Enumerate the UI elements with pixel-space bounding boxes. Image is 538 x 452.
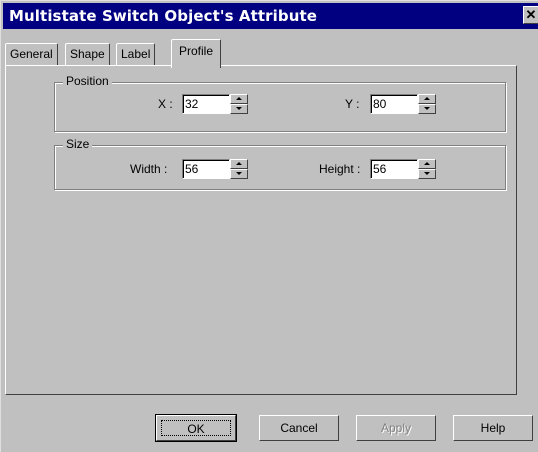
tab-label[interactable]: Label xyxy=(116,43,156,65)
cancel-button[interactable]: Cancel xyxy=(259,415,339,441)
width-label: Width : xyxy=(130,162,168,176)
width-input[interactable] xyxy=(182,159,230,179)
spin-up-icon[interactable] xyxy=(230,94,248,104)
spin-down-icon[interactable] xyxy=(230,169,248,179)
size-group-title: Size xyxy=(63,137,93,151)
dialog-window: Multistate Switch Object's Attribute ✕ G… xyxy=(0,0,538,452)
y-input[interactable] xyxy=(370,94,418,114)
tab-profile[interactable]: Profile xyxy=(171,39,222,68)
y-spinner xyxy=(370,94,438,114)
height-input[interactable] xyxy=(370,159,418,179)
spin-down-icon[interactable] xyxy=(418,169,436,179)
position-group: Position X : Y : xyxy=(54,74,506,132)
position-group-title: Position xyxy=(63,74,112,88)
width-spinner xyxy=(182,159,250,179)
spin-down-icon[interactable] xyxy=(230,104,248,114)
y-label: Y : xyxy=(345,97,360,111)
spin-down-icon[interactable] xyxy=(418,104,436,114)
tab-shape[interactable]: Shape xyxy=(65,43,110,65)
ok-button[interactable]: OK xyxy=(155,414,237,442)
tab-general[interactable]: General xyxy=(5,43,58,65)
ok-button-label: OK xyxy=(161,420,231,436)
help-button[interactable]: Help xyxy=(453,415,533,441)
tab-strip: General Shape Label Profile xyxy=(5,37,525,68)
tab-panel-profile: Position X : Y : Size Width : xyxy=(5,65,517,395)
x-input[interactable] xyxy=(182,94,230,114)
title-bar[interactable]: Multistate Switch Object's Attribute ✕ xyxy=(3,3,538,29)
spin-up-icon[interactable] xyxy=(418,94,436,104)
window-title: Multistate Switch Object's Attribute xyxy=(9,7,318,25)
x-spinner xyxy=(182,94,250,114)
spin-up-icon[interactable] xyxy=(230,159,248,169)
height-spinner xyxy=(370,159,438,179)
apply-button: Apply xyxy=(356,415,436,441)
spin-up-icon[interactable] xyxy=(418,159,436,169)
height-label: Height : xyxy=(319,162,361,176)
x-label: X : xyxy=(158,97,173,111)
close-icon[interactable]: ✕ xyxy=(523,6,538,24)
size-group: Size Width : Height : xyxy=(54,137,506,190)
